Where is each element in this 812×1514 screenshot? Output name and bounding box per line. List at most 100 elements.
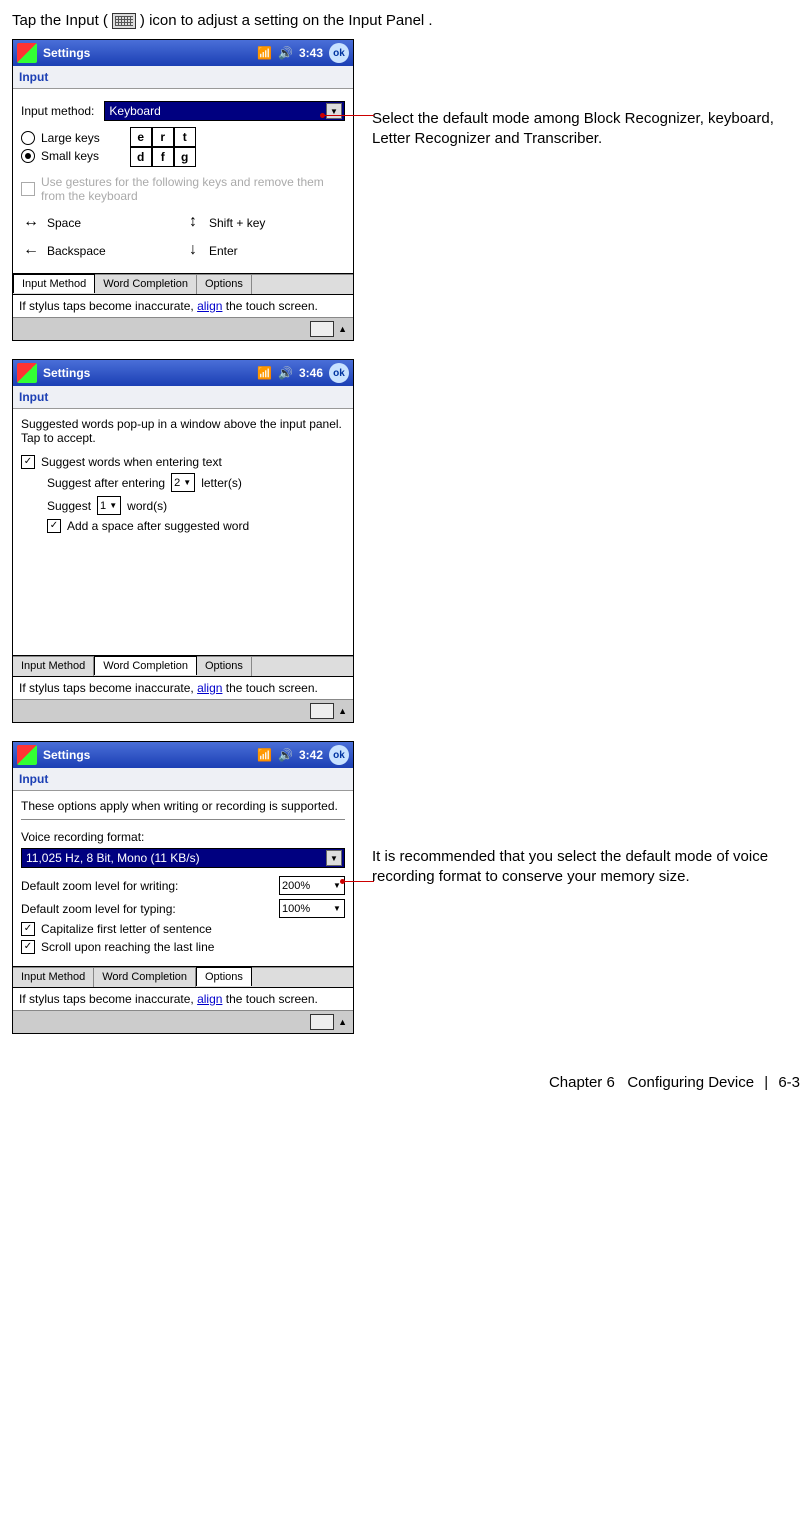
tab-word-completion[interactable]: Word Completion	[95, 275, 197, 294]
page-footer: Chapter 6 Configuring Device | 6-3	[12, 1074, 800, 1091]
tab-options[interactable]: Options	[197, 275, 252, 294]
gesture-enter: Enter	[209, 244, 238, 258]
keycap-f: f	[152, 147, 174, 167]
window-title: Settings	[43, 748, 90, 762]
checkbox-capitalize[interactable]	[21, 922, 35, 936]
gesture-shift-icon: ↕	[183, 213, 203, 233]
align-link[interactable]: align	[197, 681, 222, 695]
titlebar: Settings 📶 🔊 3:46 ok	[13, 360, 353, 386]
label-suggest-after: Suggest after entering	[47, 476, 165, 490]
keycap-e: e	[130, 127, 152, 147]
callout-line	[344, 881, 374, 882]
ok-button[interactable]: ok	[329, 745, 349, 765]
tab-input-method[interactable]: Input Method	[13, 968, 94, 987]
checkbox-gestures	[21, 182, 35, 196]
annotation-1: Select the default mode among Block Reco…	[372, 39, 800, 150]
label-small-keys: Small keys	[41, 149, 99, 163]
gesture-space: Space	[47, 216, 81, 230]
chevron-down-icon: ▼	[326, 103, 342, 119]
volume-icon[interactable]: 🔊	[278, 46, 293, 60]
tab-input-method[interactable]: Input Method	[13, 657, 94, 676]
ok-button[interactable]: ok	[329, 363, 349, 383]
hint-after: the touch screen.	[222, 299, 317, 313]
figure-row-2: Settings 📶 🔊 3:46 ok Input Suggested wor…	[12, 359, 800, 723]
titlebar: Settings 📶 🔊 3:43 ok	[13, 40, 353, 66]
dropdown-words[interactable]: 1▼	[97, 496, 121, 515]
start-icon[interactable]	[17, 745, 37, 765]
label-words: word(s)	[127, 499, 167, 513]
label-add-space: Add a space after suggested word	[67, 519, 249, 533]
input-method-dropdown[interactable]: Keyboard ▼	[104, 101, 345, 121]
pane-options: These options apply when writing or reco…	[13, 791, 353, 967]
annotation-3: It is recommended that you select the de…	[372, 741, 800, 888]
keycap-t: t	[174, 127, 196, 147]
tab-word-completion[interactable]: Word Completion	[94, 656, 197, 675]
window-title: Settings	[43, 366, 90, 380]
align-link[interactable]: align	[197, 299, 222, 313]
gesture-backspace: Backspace	[47, 244, 106, 258]
dropdown-zoom-typing[interactable]: 100%▼	[279, 899, 345, 918]
tab-options[interactable]: Options	[197, 657, 252, 676]
footer-title: Configuring Device	[627, 1074, 754, 1091]
gesture-space-icon: ↔	[21, 213, 41, 233]
align-link[interactable]: align	[197, 992, 222, 1006]
sip-up-icon[interactable]: ▲	[338, 1017, 347, 1027]
dropdown-zoom-writing[interactable]: 200%▼	[279, 876, 345, 895]
clock: 3:43	[299, 46, 323, 60]
dropdown-letters[interactable]: 2▼	[171, 473, 195, 492]
sip-keyboard-icon[interactable]	[310, 1014, 334, 1030]
start-icon[interactable]	[17, 363, 37, 383]
sip-up-icon[interactable]: ▲	[338, 324, 347, 334]
intro-before: Tap the Input (	[12, 12, 108, 29]
label-suggest-words: Suggest words when entering text	[41, 455, 222, 469]
checkbox-add-space[interactable]	[47, 519, 61, 533]
gesture-text: Use gestures for the following keys and …	[41, 175, 345, 203]
sip-up-icon[interactable]: ▲	[338, 706, 347, 716]
gesture-backspace-icon: ←	[21, 241, 41, 261]
sip-keyboard-icon[interactable]	[310, 321, 334, 337]
hint-before: If stylus taps become inaccurate,	[19, 299, 197, 313]
volume-icon[interactable]: 🔊	[278, 748, 293, 762]
intro-after: ) icon to adjust a setting on the Input …	[140, 12, 433, 29]
tab-bar: Input Method Word Completion Options	[13, 656, 353, 676]
sip-bar: ▲	[13, 699, 353, 722]
hint-before: If stylus taps become inaccurate,	[19, 992, 197, 1006]
start-icon[interactable]	[17, 43, 37, 63]
footer-chapter: Chapter 6	[549, 1074, 615, 1091]
label-scroll: Scroll upon reaching the last line	[41, 940, 214, 954]
checkbox-suggest-words[interactable]	[21, 455, 35, 469]
input-method-label: Input method:	[21, 104, 94, 118]
tab-input-method[interactable]: Input Method	[13, 274, 95, 293]
sub-header: Input	[13, 768, 353, 791]
keycap-r: r	[152, 127, 174, 147]
radio-small-keys[interactable]	[21, 149, 35, 163]
titlebar: Settings 📶 🔊 3:42 ok	[13, 742, 353, 768]
tab-options[interactable]: Options	[196, 967, 252, 986]
gesture-shift: Shift + key	[209, 216, 265, 230]
device-screenshot-2: Settings 📶 🔊 3:46 ok Input Suggested wor…	[12, 359, 354, 723]
tab-word-completion[interactable]: Word Completion	[94, 968, 196, 987]
tab-bar: Input Method Word Completion Options	[13, 274, 353, 294]
pane-word-completion: Suggested words pop-up in a window above…	[13, 409, 353, 656]
ok-button[interactable]: ok	[329, 43, 349, 63]
sip-keyboard-icon[interactable]	[310, 703, 334, 719]
checkbox-scroll[interactable]	[21, 940, 35, 954]
label-large-keys: Large keys	[41, 131, 100, 145]
voice-format-dropdown[interactable]: 11,025 Hz, 8 Bit, Mono (11 KB/s) ▼	[21, 848, 345, 868]
radio-large-keys[interactable]	[21, 131, 35, 145]
volume-icon[interactable]: 🔊	[278, 366, 293, 380]
clock: 3:42	[299, 748, 323, 762]
tab-bar: Input Method Word Completion Options	[13, 967, 353, 987]
desc-text: Suggested words pop-up in a window above…	[21, 417, 345, 445]
signal-icon: 📶	[257, 748, 272, 762]
keycap-d: d	[130, 147, 152, 167]
hint-after: the touch screen.	[222, 681, 317, 695]
chevron-down-icon: ▼	[326, 850, 342, 866]
hint-bar: If stylus taps become inaccurate, align …	[13, 987, 353, 1010]
device-screenshot-1: Settings 📶 🔊 3:43 ok Input Input method:…	[12, 39, 354, 341]
sub-header: Input	[13, 386, 353, 409]
sip-bar: ▲	[13, 1010, 353, 1033]
sub-header: Input	[13, 66, 353, 89]
sip-bar: ▲	[13, 317, 353, 340]
label-letters: letter(s)	[201, 476, 242, 490]
